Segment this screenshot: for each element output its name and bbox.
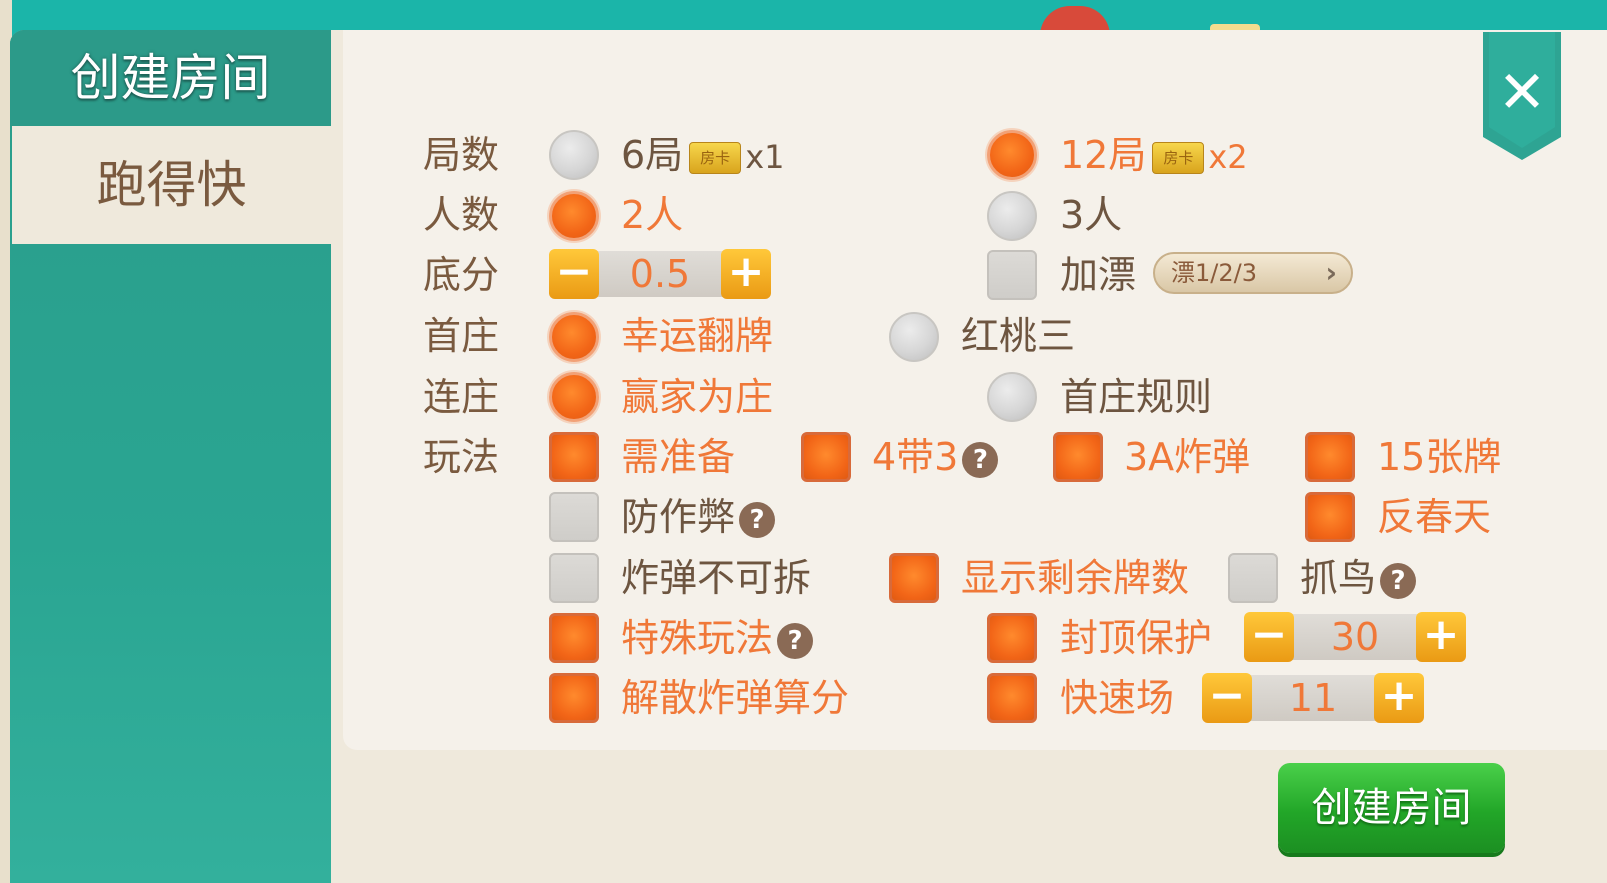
radio-rounds-12[interactable]: [987, 130, 1037, 180]
fast-mode-stepper: − 11 +: [1202, 673, 1424, 723]
radio-first-banker-lucky[interactable]: [549, 312, 599, 362]
rounds-6-label: 6局: [621, 133, 684, 177]
players-3-label[interactable]: 3人: [1060, 190, 1122, 240]
base-score-stepper: − 0.5 +: [549, 249, 771, 299]
fast-mode-label[interactable]: 快速场: [1060, 673, 1174, 723]
catch-bird-option[interactable]: 抓鸟?: [1300, 553, 1417, 603]
fifteen-cards-label[interactable]: 15张牌: [1377, 432, 1501, 482]
fast-mode-minus-button[interactable]: −: [1202, 673, 1252, 723]
anti-cheat-label: 防作弊: [621, 495, 736, 539]
checkbox-piao[interactable]: [987, 250, 1037, 300]
catch-bird-label: 抓鸟: [1300, 556, 1377, 600]
help-icon[interactable]: ?: [777, 622, 814, 659]
checkbox-show-remaining[interactable]: [889, 553, 939, 603]
base-score-label: 底分: [423, 253, 500, 297]
checkbox-need-ready[interactable]: [549, 432, 599, 482]
checkbox-fast-mode[interactable]: [987, 673, 1037, 723]
gameplay-label: 玩法: [423, 435, 500, 479]
base-score-minus-button[interactable]: −: [549, 249, 599, 299]
radio-first-banker-heart3[interactable]: [889, 312, 939, 362]
sidebar: 创建房间 跑得快: [10, 30, 331, 883]
continuous-banker-label: 连庄: [423, 375, 500, 419]
dissolve-bomb-score-label[interactable]: 解散炸弹算分: [621, 673, 849, 723]
anti-cheat-option[interactable]: 防作弊?: [621, 492, 776, 542]
help-icon[interactable]: ?: [1380, 562, 1417, 599]
base-score-plus-button[interactable]: +: [721, 249, 771, 299]
dialog-title: 创建房间: [10, 30, 331, 126]
checkbox-dissolve-bomb-score[interactable]: [549, 673, 599, 723]
piao-select-value: 漂1/2/3: [1171, 259, 1257, 287]
players-label: 人数: [423, 193, 500, 237]
checkbox-anti-cheat[interactable]: [549, 492, 599, 542]
bomb-unsplittable-label[interactable]: 炸弹不可拆: [621, 553, 811, 603]
checkbox-reverse-spring[interactable]: [1305, 492, 1355, 542]
fast-mode-plus-button[interactable]: +: [1374, 673, 1424, 723]
continuous-first-rule-label[interactable]: 首庄规则: [1060, 372, 1212, 422]
help-icon[interactable]: ?: [962, 441, 999, 478]
room-card-icon: 房卡: [1152, 141, 1205, 174]
chevron-right-icon: ›: [1325, 256, 1337, 289]
four-with-three-label: 4带3: [872, 435, 959, 479]
checkbox-catch-bird[interactable]: [1228, 553, 1278, 603]
radio-players-2[interactable]: [549, 191, 599, 241]
close-button[interactable]: ✕: [1483, 32, 1561, 160]
cap-protection-stepper: − 30 +: [1244, 612, 1466, 662]
reverse-spring-label[interactable]: 反春天: [1377, 492, 1491, 542]
create-room-button[interactable]: 创建房间: [1278, 763, 1505, 853]
four-with-three-option[interactable]: 4带3?: [872, 432, 999, 482]
special-play-label: 特殊玩法: [621, 616, 774, 660]
cap-protection-label[interactable]: 封顶保护: [1060, 613, 1212, 663]
piao-label[interactable]: 加漂: [1060, 250, 1136, 300]
need-ready-label[interactable]: 需准备: [621, 432, 735, 482]
radio-players-3[interactable]: [987, 191, 1037, 241]
rounds-12-cost: x2: [1208, 138, 1248, 176]
players-2-label[interactable]: 2人: [621, 190, 683, 240]
checkbox-special-play[interactable]: [549, 613, 599, 663]
rounds-label: 局数: [423, 133, 500, 177]
checkbox-triple-a-bomb[interactable]: [1053, 432, 1103, 482]
first-banker-label: 首庄: [423, 314, 500, 358]
close-icon: ✕: [1497, 58, 1547, 126]
checkbox-four-with-three[interactable]: [801, 432, 851, 482]
checkbox-fifteen-cards[interactable]: [1305, 432, 1355, 482]
rounds-12-option[interactable]: 12局 房卡 x2: [1060, 130, 1248, 182]
room-card-icon: 房卡: [689, 141, 742, 174]
show-remaining-label[interactable]: 显示剩余牌数: [961, 553, 1189, 603]
checkbox-cap-protection[interactable]: [987, 613, 1037, 663]
help-icon[interactable]: ?: [739, 501, 776, 538]
special-play-option[interactable]: 特殊玩法?: [621, 613, 814, 663]
continuous-winner-label[interactable]: 赢家为庄: [621, 372, 773, 422]
base-score-value: 0.5: [629, 252, 691, 296]
rounds-6-cost: x1: [745, 138, 785, 176]
first-banker-heart3-label[interactable]: 红桃三: [961, 311, 1075, 361]
fast-mode-value: 11: [1288, 676, 1338, 720]
cap-protection-value: 30: [1330, 615, 1380, 659]
rounds-6-option[interactable]: 6局 房卡 x1: [621, 130, 784, 182]
cap-protection-plus-button[interactable]: +: [1416, 612, 1466, 662]
piao-select[interactable]: 漂1/2/3 ›: [1153, 252, 1353, 294]
rounds-12-label: 12局: [1060, 133, 1147, 177]
cap-protection-minus-button[interactable]: −: [1244, 612, 1294, 662]
radio-continuous-winner[interactable]: [549, 372, 599, 422]
checkbox-bomb-unsplittable[interactable]: [549, 553, 599, 603]
radio-continuous-first-rule[interactable]: [987, 372, 1037, 422]
radio-rounds-6[interactable]: [549, 130, 599, 180]
sidebar-tab-paodekuai[interactable]: 跑得快: [12, 126, 331, 244]
triple-a-bomb-label[interactable]: 3A炸弹: [1124, 432, 1250, 482]
first-banker-lucky-label[interactable]: 幸运翻牌: [621, 311, 773, 361]
